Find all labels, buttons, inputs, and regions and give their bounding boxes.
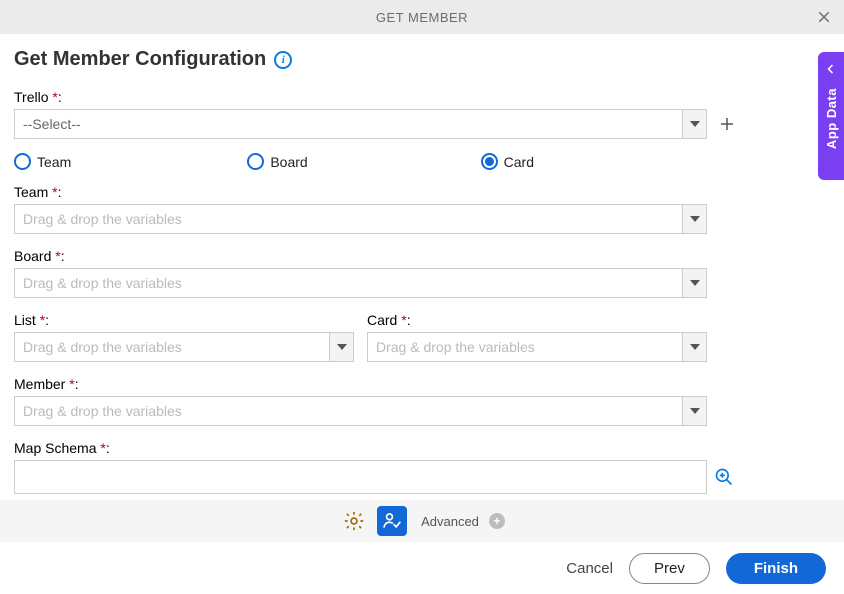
info-icon[interactable]: i bbox=[274, 51, 292, 69]
advanced-add-icon[interactable]: + bbox=[489, 513, 505, 529]
prev-button[interactable]: Prev bbox=[629, 553, 710, 584]
close-icon[interactable] bbox=[814, 7, 834, 27]
advanced-label: Advanced bbox=[421, 514, 479, 529]
card-label: Card *: bbox=[367, 312, 707, 328]
board-input[interactable]: Drag & drop the variables bbox=[14, 268, 707, 298]
page-title: Get Member Configuration bbox=[14, 48, 266, 71]
radio-icon bbox=[247, 153, 264, 170]
chevron-down-icon[interactable] bbox=[682, 333, 706, 361]
card-input[interactable]: Drag & drop the variables bbox=[367, 332, 707, 362]
radio-board[interactable]: Board bbox=[247, 153, 480, 170]
cancel-button[interactable]: Cancel bbox=[566, 560, 613, 577]
add-icon[interactable] bbox=[717, 114, 737, 134]
trello-label: Trello *: bbox=[14, 89, 826, 105]
gear-icon[interactable] bbox=[339, 506, 369, 536]
dialog-body: Get Member Configuration i Trello *: --S… bbox=[0, 34, 844, 494]
chevron-down-icon[interactable] bbox=[682, 110, 706, 138]
member-input[interactable]: Drag & drop the variables bbox=[14, 396, 707, 426]
team-input[interactable]: Drag & drop the variables bbox=[14, 204, 707, 234]
member-label: Member *: bbox=[14, 376, 826, 392]
mapschema-label: Map Schema *: bbox=[14, 440, 826, 456]
scope-radio-group: Team Board Card bbox=[14, 153, 714, 170]
radio-icon-selected bbox=[481, 153, 498, 170]
dialog-title: GET MEMBER bbox=[376, 10, 468, 25]
chevron-down-icon[interactable] bbox=[682, 397, 706, 425]
board-label: Board *: bbox=[14, 248, 826, 264]
dialog-footer: Cancel Prev Finish bbox=[0, 542, 844, 594]
mapschema-input[interactable] bbox=[14, 460, 707, 494]
trello-select[interactable]: --Select-- bbox=[14, 109, 707, 139]
radio-team[interactable]: Team bbox=[14, 153, 247, 170]
chevron-down-icon[interactable] bbox=[329, 333, 353, 361]
chevron-down-icon[interactable] bbox=[682, 269, 706, 297]
finish-button[interactable]: Finish bbox=[726, 553, 826, 584]
chevron-down-icon[interactable] bbox=[682, 205, 706, 233]
magnify-icon[interactable] bbox=[713, 466, 735, 488]
bottom-toolbar: Advanced + bbox=[0, 500, 844, 542]
app-data-tab[interactable]: App Data bbox=[818, 52, 844, 180]
dialog-header: GET MEMBER bbox=[0, 0, 844, 34]
radio-icon bbox=[14, 153, 31, 170]
person-check-icon[interactable] bbox=[377, 506, 407, 536]
chevron-left-icon bbox=[825, 60, 837, 76]
list-input[interactable]: Drag & drop the variables bbox=[14, 332, 354, 362]
radio-card[interactable]: Card bbox=[481, 153, 714, 170]
list-label: List *: bbox=[14, 312, 354, 328]
team-label: Team *: bbox=[14, 184, 826, 200]
